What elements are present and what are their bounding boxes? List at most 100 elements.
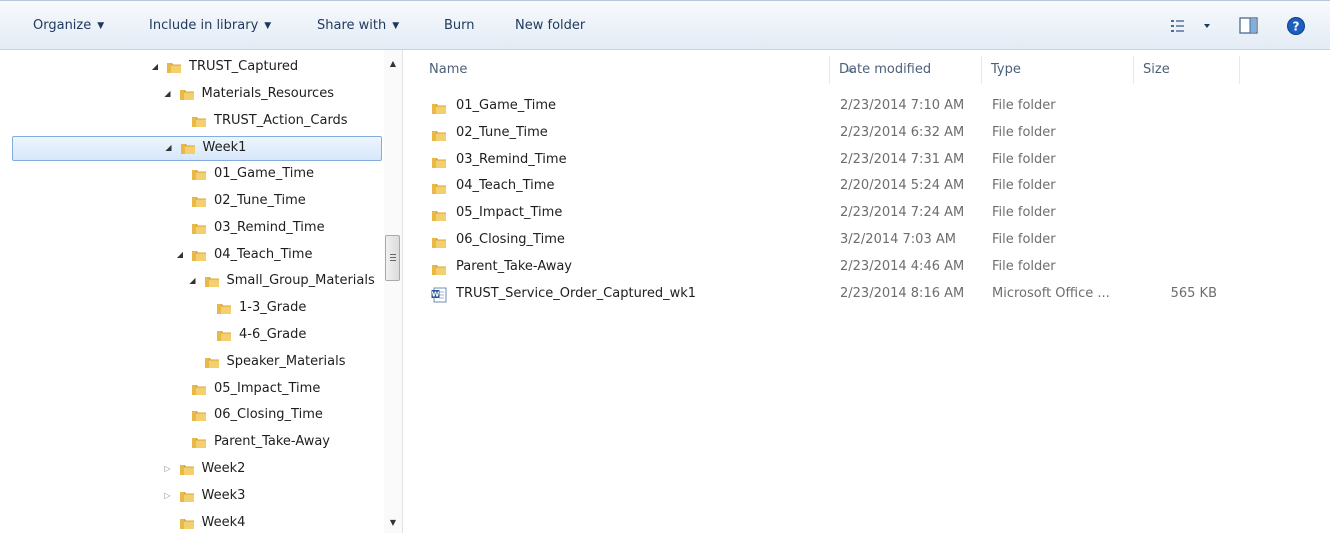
tree-item-label: 05_Impact_Time [214,380,321,396]
column-header-size-label: Size [1143,62,1170,77]
file-type: File folder [992,258,1056,274]
svg-text:?: ? [1293,20,1300,34]
tree-item-label: Small_Group_Materials [226,273,375,289]
navigation-scrollbar[interactable]: ▲ ▼ [384,50,402,533]
column-header-name-label: Name [429,62,468,77]
folder-icon [431,152,447,168]
tree-item[interactable]: 03_Remind_Time [0,217,384,239]
tree-item-label: 02_Tune_Time [214,193,306,208]
tree-item[interactable]: Parent_Take-Away [0,431,384,453]
help-button[interactable]: ? [1286,16,1306,40]
change-view-button[interactable] [1170,18,1212,38]
tree-item-label: Materials_Resources [201,85,334,101]
tree-item-label: 1-3_Grade [239,300,307,316]
tree-item[interactable]: 05_Impact_Time [0,378,384,400]
column-header-name[interactable]: Name ▲ [420,56,853,84]
tree-item[interactable]: 4-6_Grade [0,324,384,346]
expand-open-icon[interactable]: ◢ [187,270,199,292]
share-with-button[interactable]: Share with ▼ [313,15,403,37]
details-view-icon [1171,20,1210,32]
expand-open-icon[interactable]: ◢ [162,83,174,105]
file-row[interactable]: 03_Remind_Time 2/23/2014 7:31 AM File fold… [431,146,1281,173]
column-header-date[interactable]: Date modified [830,56,982,84]
tree-item[interactable]: 02_Tune_Time [0,190,384,212]
tree-item-label: Speaker_Materials [226,353,346,369]
file-row[interactable]: 02_Tune_Time 2/23/2014 6:32 AM File folder [431,119,1281,146]
file-type: File folder [992,124,1056,140]
tree-item[interactable]: TRUST_Action_Cards [0,110,384,132]
help-icon: ? [1287,17,1305,35]
folder-icon [191,114,207,128]
folder-icon [431,125,447,141]
tree-item-label: 06_Closing_Time [214,407,323,423]
organize-label: Organize [33,18,92,33]
expand-open-icon[interactable]: ◢ [174,244,186,266]
folder-icon [431,232,447,248]
svg-text:W: W [432,290,440,298]
word-document-icon: W [431,286,447,303]
folder-icon [204,274,220,288]
tree-item-label: Week4 [201,514,246,530]
file-row[interactable]: W TRUST_Service_Order_Captured_wk1 2/23/20… [431,280,1281,307]
include-in-library-button[interactable]: Include in library ▼ [145,15,275,37]
tree-item[interactable]: ◢ 04_Teach_Time [0,244,384,266]
tree-item[interactable]: Speaker_Materials [0,351,384,373]
folder-icon [191,221,207,235]
command-bar: Organize ▼ Include in library ▼ Share with… [0,0,1330,50]
expand-closed-icon[interactable]: ▷ [162,458,174,480]
folder-icon [180,141,196,155]
file-type: File folder [992,178,1056,194]
column-header-type-label: Type [991,62,1021,77]
tree-item[interactable]: ◢ Week1 [12,136,382,162]
file-row[interactable]: 04_Teach_Time 2/20/2014 5:24 AM File folde… [431,172,1281,199]
file-date-modified: 2/23/2014 6:32 AM [840,124,965,140]
scroll-thumb[interactable] [385,235,400,281]
preview-pane-button[interactable] [1239,17,1259,39]
folder-icon [431,205,447,222]
scroll-down-arrow-icon[interactable]: ▼ [384,515,402,531]
tree-item[interactable]: ◢ Materials_Resources [0,83,384,105]
file-date-modified: 2/23/2014 7:10 AM [840,98,965,113]
navigation-pane[interactable]: ◢ TRUST_Captured ◢ Materials_Resources TRUST… [0,50,403,533]
new-folder-button[interactable]: New folder [511,15,589,37]
folder-icon [191,408,207,422]
folder-icon [216,328,232,342]
column-header-type[interactable]: Type [982,56,1134,84]
organize-button[interactable]: Organize ▼ [29,15,108,37]
folder-icon [191,194,207,208]
tree-item[interactable]: ◢ Small_Group_Materials [0,270,384,292]
tree-item-label: TRUST_Action_Cards [214,112,348,128]
scroll-up-arrow-icon[interactable]: ▲ [384,56,402,72]
folder-icon [191,382,207,396]
file-type: File folder [992,151,1056,167]
folder-icon [179,87,195,101]
tree-item[interactable]: ◢ TRUST_Captured [0,56,384,78]
file-name: 05_Impact_Time [456,205,563,221]
burn-button[interactable]: Burn [440,15,479,37]
file-date-modified: 2/23/2014 4:46 AM [840,258,965,274]
tree-item[interactable]: ▷ Week2 [0,458,384,480]
expand-open-icon[interactable]: ◢ [149,56,161,78]
expand-closed-icon[interactable]: ▷ [162,485,174,507]
tree-item[interactable]: 1-3_Grade [0,297,384,319]
expand-open-icon[interactable]: ◢ [163,137,175,159]
file-name: 01_Game_Time [456,98,557,113]
chevron-down-icon: ▼ [392,21,400,31]
file-row[interactable]: Parent_Take-Away 2/23/2014 4:46 AM File fo… [431,253,1281,280]
file-row[interactable]: 06_Closing_Time 3/2/2014 7:03 AM File fold… [431,226,1281,253]
tree-item[interactable]: 06_Closing_Time [0,404,384,426]
preview-pane-icon [1239,17,1258,34]
file-name: 04_Teach_Time [456,178,555,194]
column-header-size[interactable]: Size [1134,56,1240,84]
file-row[interactable]: 01_Game_Time 2/23/2014 7:10 AM File folder [431,92,1281,119]
file-row[interactable]: 05_Impact_Time 2/23/2014 7:24 AM File fold… [431,199,1281,226]
file-date-modified: 3/2/2014 7:03 AM [840,232,956,247]
tree-item-label: TRUST_Captured [189,59,299,74]
share-with-label: Share with [317,18,387,33]
tree-item[interactable]: Week4 [0,512,384,533]
file-date-modified: 2/20/2014 5:24 AM [840,178,965,194]
file-size: 565 KB [1170,285,1217,301]
tree-item[interactable]: 01_Game_Time [0,163,384,185]
folder-icon [431,259,447,275]
tree-item[interactable]: ▷ Week3 [0,485,384,507]
